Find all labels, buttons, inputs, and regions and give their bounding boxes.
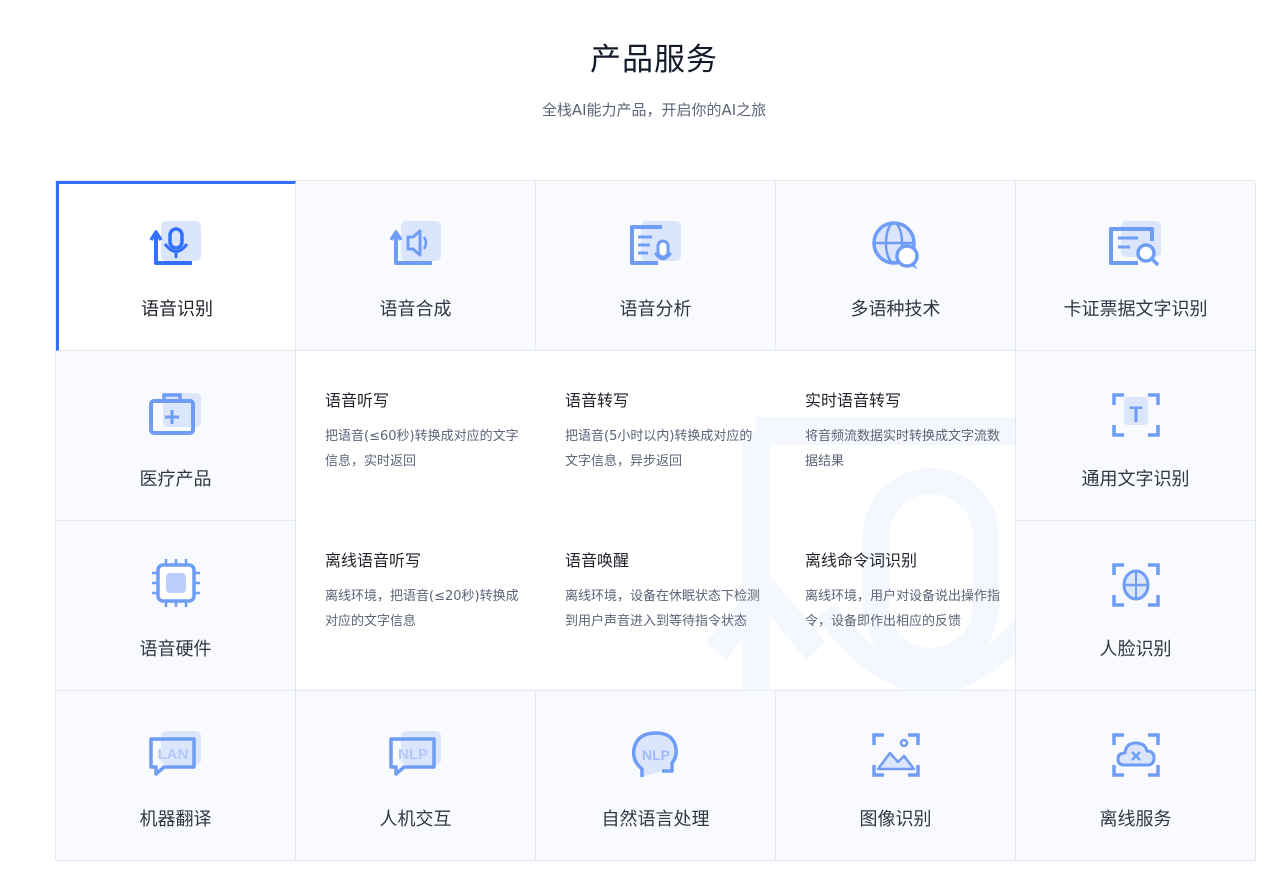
product-speech-analysis[interactable]: 语音分析 bbox=[536, 181, 776, 351]
product-label: 多语种技术 bbox=[850, 299, 941, 320]
sub-product-desc: 将音频流数据实时转换成文字流数据结果 bbox=[805, 429, 1001, 469]
face-scan-icon bbox=[1112, 563, 1160, 607]
product-image[interactable]: 图像识别 bbox=[776, 691, 1016, 861]
sub-product-wakeup[interactable]: 语音唤醒 离线环境，设备在休眠状态下检测到用户声音进入到等待指令状态 bbox=[565, 547, 765, 634]
speech-analysis-icon bbox=[630, 221, 681, 265]
product-label: 语音识别 bbox=[141, 299, 213, 320]
sub-product-desc: 离线环境，设备在休眠状态下检测到用户声音进入到等待指令状态 bbox=[565, 589, 761, 629]
sub-product-dictation[interactable]: 语音听写 把语音(≤60秒)转换成对应的文字信息，实时返回 bbox=[325, 387, 525, 474]
sub-product-offline-dictation[interactable]: 离线语音听写 离线环境，把语音(≤20秒)转换成对应的文字信息 bbox=[325, 547, 525, 634]
sub-product-offline-commands[interactable]: 离线命令词识别 离线环境，用户对设备说出操作指令，设备即作出相应的反馈 bbox=[805, 547, 1005, 634]
sub-product-title[interactable]: 语音转写 bbox=[565, 387, 765, 411]
speaker-icon bbox=[389, 221, 441, 265]
globe-chat-icon bbox=[872, 221, 919, 269]
sub-product-title[interactable]: 离线语音听写 bbox=[325, 547, 525, 571]
image-scan-icon bbox=[872, 733, 920, 777]
product-nlp[interactable]: NLP 自然语言处理 bbox=[536, 691, 776, 861]
product-label: 通用文字识别 bbox=[1081, 469, 1190, 490]
product-label: 语音合成 bbox=[379, 299, 452, 320]
product-label: 人机交互 bbox=[379, 809, 452, 830]
sub-product-realtime-transcription[interactable]: 实时语音转写 将音频流数据实时转换成文字流数据结果 bbox=[805, 387, 1005, 474]
cloud-offline-icon bbox=[1112, 733, 1160, 777]
nlp-chat-icon: NLP bbox=[389, 731, 441, 776]
lan-chat-icon: LAN bbox=[149, 731, 201, 776]
product-speech-recognition[interactable]: 语音识别 bbox=[56, 181, 296, 351]
product-label: 人脸识别 bbox=[1099, 639, 1172, 660]
svg-text:NLP: NLP bbox=[398, 746, 428, 763]
page-subtitle: 全栈AI能力产品，开启你的AI之旅 bbox=[541, 101, 767, 119]
product-multilingual[interactable]: 多语种技术 bbox=[776, 181, 1016, 351]
product-general-ocr[interactable]: T 通用文字识别 bbox=[1016, 351, 1256, 521]
product-medical[interactable]: 医疗产品 bbox=[56, 351, 296, 521]
sub-product-title[interactable]: 离线命令词识别 bbox=[805, 547, 1005, 571]
sub-product-title[interactable]: 语音唤醒 bbox=[565, 547, 765, 571]
sub-product-title[interactable]: 实时语音转写 bbox=[805, 387, 1005, 411]
sub-product-desc: 把语音(5小时以内)转换成对应的文字信息，异步返回 bbox=[565, 429, 753, 469]
sub-product-title[interactable]: 语音听写 bbox=[325, 387, 525, 411]
nlp-head-icon: NLP bbox=[631, 731, 678, 777]
page-title: 产品服务 bbox=[590, 42, 718, 78]
product-label: 自然语言处理 bbox=[601, 809, 710, 830]
detail-panel: 语音听写 把语音(≤60秒)转换成对应的文字信息，实时返回 语音转写 把语音(5… bbox=[296, 351, 1016, 691]
product-offline[interactable]: 离线服务 bbox=[1016, 691, 1256, 861]
sub-product-desc: 离线环境，把语音(≤20秒)转换成对应的文字信息 bbox=[325, 589, 519, 629]
svg-text:T: T bbox=[1129, 402, 1143, 427]
medical-kit-icon bbox=[149, 393, 201, 435]
sub-product-desc: 把语音(≤60秒)转换成对应的文字信息，实时返回 bbox=[325, 429, 519, 469]
product-grid: 语音识别 语音合成 语音分析 多语种技术 卡证票据文字识别 医疗产品 T 通用文… bbox=[55, 180, 1256, 861]
svg-text:LAN: LAN bbox=[158, 746, 189, 763]
product-face[interactable]: 人脸识别 bbox=[1016, 521, 1256, 691]
sub-product-transcription[interactable]: 语音转写 把语音(5小时以内)转换成对应的文字信息，异步返回 bbox=[565, 387, 765, 474]
product-machine-translation[interactable]: LAN 机器翻译 bbox=[56, 691, 296, 861]
card-search-icon bbox=[1109, 221, 1161, 267]
product-label: 离线服务 bbox=[1099, 809, 1172, 830]
product-label: 机器翻译 bbox=[139, 809, 212, 830]
chip-icon bbox=[152, 559, 200, 607]
product-label: 图像识别 bbox=[859, 809, 932, 830]
product-label: 医疗产品 bbox=[139, 469, 212, 490]
microphone-icon bbox=[149, 221, 201, 265]
svg-text:NLP: NLP bbox=[642, 747, 670, 763]
product-label: 语音分析 bbox=[619, 299, 692, 320]
product-label: 语音硬件 bbox=[139, 639, 212, 660]
product-hci[interactable]: NLP 人机交互 bbox=[296, 691, 536, 861]
text-scan-icon: T bbox=[1112, 393, 1160, 437]
sub-product-desc: 离线环境，用户对设备说出操作指令，设备即作出相应的反馈 bbox=[805, 589, 1001, 629]
product-speech-hardware[interactable]: 语音硬件 bbox=[56, 521, 296, 691]
product-speech-synthesis[interactable]: 语音合成 bbox=[296, 181, 536, 351]
product-card-ocr[interactable]: 卡证票据文字识别 bbox=[1016, 181, 1256, 351]
product-label: 卡证票据文字识别 bbox=[1063, 299, 1208, 320]
